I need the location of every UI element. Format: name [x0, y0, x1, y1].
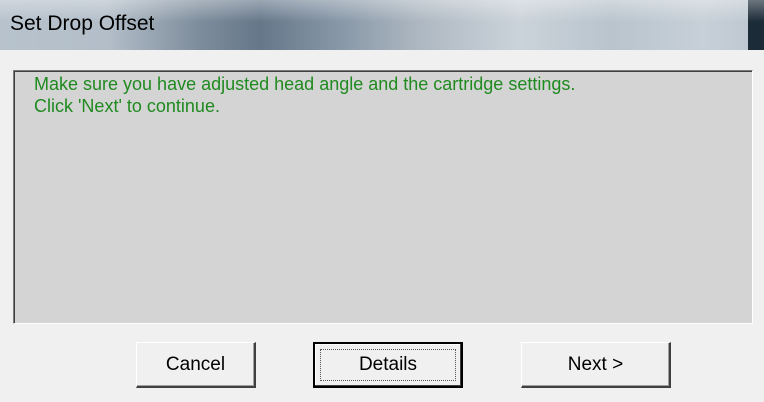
- details-button[interactable]: Details: [313, 342, 463, 388]
- instruction-text: Make sure you have adjusted head angle a…: [34, 74, 576, 94]
- next-button[interactable]: Next >: [521, 342, 671, 388]
- title-bar[interactable]: Set Drop Offset: [0, 0, 764, 51]
- title-bar-edge: [748, 0, 764, 50]
- set-drop-offset-dialog: Set Drop Offset Make sure you have adjus…: [0, 0, 764, 402]
- continue-hint-text: Click 'Next' to continue.: [34, 96, 220, 116]
- window-title: Set Drop Offset: [10, 12, 155, 35]
- details-button-label: Details: [358, 354, 418, 375]
- message-panel: Make sure you have adjusted head angle a…: [13, 70, 753, 324]
- cancel-button[interactable]: Cancel: [136, 342, 256, 388]
